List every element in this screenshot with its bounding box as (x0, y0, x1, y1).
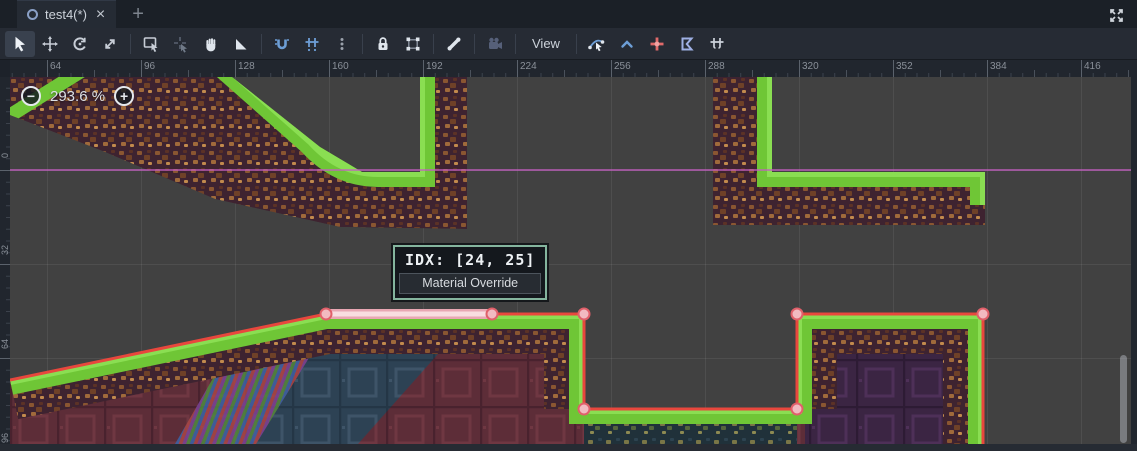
godot-2d-editor: test4(*) × + (0, 0, 1137, 451)
lock-selection-button[interactable] (368, 31, 398, 57)
ruler-label: 0 (0, 153, 10, 158)
terrain-scene (10, 77, 1131, 444)
pixel-snap-cursor-icon (172, 35, 190, 53)
scale-icon (101, 35, 119, 53)
expand-arrows-icon (1107, 6, 1126, 25)
add-point-cross-icon (648, 35, 666, 53)
drag-pixel-snap-button[interactable] (166, 31, 196, 57)
ruler-label: 96 (144, 61, 155, 72)
vertical-ruler: 0 32 64 96 (0, 77, 10, 444)
select-arrow-icon (11, 35, 29, 53)
zoom-in-button[interactable]: + (114, 86, 134, 106)
magnet-icon (273, 35, 291, 53)
terrain-shape-top-right[interactable] (713, 77, 985, 225)
ruler-label: 288 (708, 61, 725, 72)
view-menu-label: View (521, 36, 571, 51)
scene-tab-title: test4(*) (45, 7, 87, 22)
ruler-label: 32 (0, 245, 10, 255)
skeleton-options-button[interactable] (439, 31, 469, 57)
2d-viewport-canvas[interactable]: − 293.6 % + IDX: [24, 25] Material Overr… (10, 77, 1131, 444)
bottom-panel-edge (0, 444, 1137, 451)
zoom-level-label[interactable]: 293.6 % (50, 88, 105, 105)
ruler-label: 352 (896, 61, 913, 72)
toolbar-separator (576, 34, 577, 54)
edge-hover-tooltip: IDX: [24, 25] Material Override (393, 245, 547, 300)
selectable-nodes-list-button[interactable] (136, 31, 166, 57)
tooltip-idx-text: IDX: [24, 25] (397, 249, 543, 272)
horizontal-ruler: 64 96 128 160 192 224 256 288 320 352 38… (10, 60, 1131, 77)
move-icon (41, 35, 59, 53)
ruler-triangle-icon (232, 35, 250, 53)
select-tool-button[interactable] (5, 31, 35, 57)
group-selection-button[interactable] (398, 31, 428, 57)
polygon-tool-icon (678, 35, 696, 53)
toolbar-separator (362, 34, 363, 54)
scene-tab-bar: test4(*) × + (0, 0, 1137, 28)
ruler-corner (0, 60, 10, 77)
bone-icon (445, 35, 463, 53)
vertex-handle[interactable] (487, 309, 498, 320)
camera-icon (486, 35, 504, 53)
edit-polygon-mode-button[interactable] (672, 31, 702, 57)
grid-snap-icon (303, 35, 321, 53)
camera-override-button[interactable] (480, 31, 510, 57)
vertex-handle[interactable] (978, 309, 989, 320)
move-tool-button[interactable] (35, 31, 65, 57)
ruler-tool-button[interactable] (226, 31, 256, 57)
lock-icon (374, 35, 392, 53)
snap-options-menu-button[interactable] (327, 31, 357, 57)
canvas-toolbar: View (0, 28, 1137, 60)
rotate-icon (71, 35, 89, 53)
vertex-handle[interactable] (321, 309, 332, 320)
ruler-label: 128 (238, 61, 255, 72)
edit-points-mode-button[interactable] (582, 31, 612, 57)
scene-tab-test4[interactable]: test4(*) × (17, 0, 116, 28)
vertical-scrollbar[interactable] (1120, 355, 1127, 443)
vertex-handle[interactable] (579, 404, 590, 415)
ruler-label: 96 (0, 433, 10, 443)
toolbar-separator (130, 34, 131, 54)
toggle-fullscreen-button[interactable] (1105, 4, 1127, 26)
view-menu-button[interactable]: View (521, 31, 571, 57)
toolbar-separator (474, 34, 475, 54)
shape-snap-settings-button[interactable] (702, 31, 732, 57)
ruler-label: 192 (426, 61, 443, 72)
chevron-up-icon (618, 35, 636, 53)
new-tab-button[interactable]: + (126, 4, 150, 24)
tab-close-icon[interactable]: × (94, 7, 107, 23)
edit-points-icon (587, 34, 606, 53)
pan-tool-button[interactable] (196, 31, 226, 57)
tooltip-material-text: Material Override (399, 273, 541, 294)
pan-hand-icon (202, 35, 220, 53)
ruler-label: 384 (990, 61, 1007, 72)
toolbar-separator (433, 34, 434, 54)
vertex-handle[interactable] (579, 309, 590, 320)
smart-snap-button[interactable] (267, 31, 297, 57)
group-icon (404, 35, 422, 53)
ruler-label: 320 (802, 61, 819, 72)
toolbar-separator (515, 34, 516, 54)
vertex-handle[interactable] (792, 309, 803, 320)
scene-circle-icon (27, 9, 38, 20)
shape-snap-icon (708, 35, 726, 53)
rotate-tool-button[interactable] (65, 31, 95, 57)
ruler-label: 64 (0, 339, 10, 349)
zoom-controls: − 293.6 % + (21, 86, 134, 106)
vertex-handle[interactable] (792, 404, 803, 415)
toolbar-separator (261, 34, 262, 54)
add-point-mode-button[interactable] (642, 31, 672, 57)
collapse-chevron-button[interactable] (612, 31, 642, 57)
list-select-icon (142, 35, 160, 53)
ruler-label: 160 (332, 61, 349, 72)
ruler-label: 256 (614, 61, 631, 72)
scale-tool-button[interactable] (95, 31, 125, 57)
grid-snap-button[interactable] (297, 31, 327, 57)
terrain-shape-bottom[interactable] (10, 314, 983, 444)
ruler-label: 416 (1084, 61, 1101, 72)
zoom-out-button[interactable]: − (21, 86, 41, 106)
ruler-label: 224 (520, 61, 537, 72)
vertical-dots-icon (333, 35, 351, 53)
viewport-right-edge (1131, 60, 1137, 444)
ruler-label: 64 (50, 61, 61, 72)
